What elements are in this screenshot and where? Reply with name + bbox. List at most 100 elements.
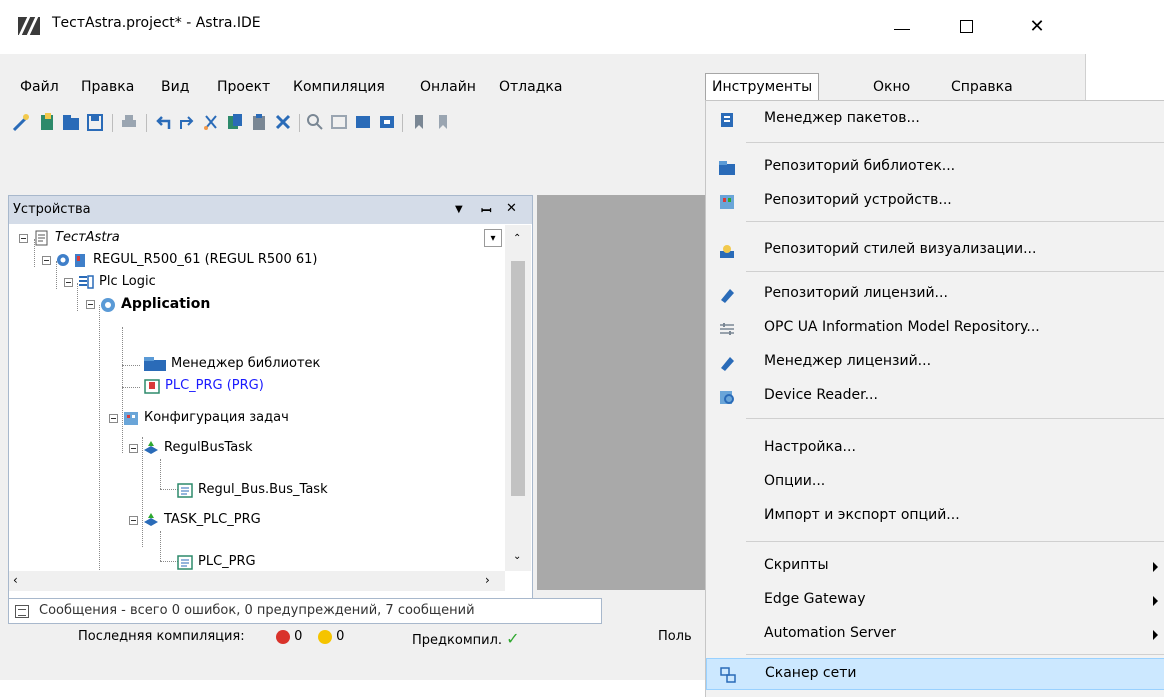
tree-expander[interactable] (86, 300, 95, 309)
tree-expander[interactable] (64, 278, 73, 287)
tree-item-bus-task[interactable]: Regul_Bus.Bus_Task (176, 479, 328, 501)
menu-online[interactable]: Онлайн (414, 76, 482, 98)
menu-window[interactable]: Окно (867, 76, 916, 98)
new-file-icon[interactable] (38, 112, 56, 132)
find-replace-icon[interactable] (330, 112, 348, 132)
save-icon[interactable] (86, 112, 104, 132)
license-manager-icon (721, 357, 734, 371)
application-gear-icon (101, 297, 115, 312)
tree-item-device[interactable]: REGUL_R500_61 (REGUL R500 61) (55, 249, 317, 271)
bookmark-prev-icon[interactable] (434, 112, 452, 132)
scroll-left-icon[interactable]: ‹ (13, 573, 18, 587)
undo-icon[interactable] (154, 112, 172, 132)
tree-dropdown-button[interactable]: ▾ (484, 229, 502, 247)
menu-item-opcua-repository[interactable]: OPC UA Information Model Repository... (706, 313, 1164, 345)
tree-item-regul-bus-task[interactable]: RegulBusTask (142, 437, 253, 459)
replace-icon[interactable] (378, 112, 396, 132)
tree-item-plc-prg[interactable]: PLC_PRG (PRG) (143, 375, 264, 397)
warning-count[interactable]: 0 (318, 629, 344, 644)
menu-item-license-repository[interactable]: Репозиторий лицензий... (706, 279, 1164, 311)
tree-expander[interactable] (42, 256, 51, 265)
find-next-icon[interactable] (354, 112, 372, 132)
menu-edit[interactable]: Правка (75, 76, 140, 98)
tree-item-plc-logic[interactable]: Plc Logic (77, 271, 156, 293)
menu-item-automation-server[interactable]: Automation Server (706, 619, 1164, 651)
precompile-status[interactable]: Предкомпил. ✓ (412, 629, 520, 648)
menu-item-network-scanner[interactable]: Сканер сети (706, 658, 1164, 690)
panel-menu-icon[interactable]: ▼ (455, 204, 463, 215)
new-project-icon[interactable] (12, 112, 30, 132)
program-icon (144, 378, 160, 394)
tree-item-task-plc-prg[interactable]: TASK_PLC_PRG (142, 509, 261, 531)
minimize-button[interactable] (878, 12, 924, 42)
task-configuration-icon (124, 411, 138, 425)
checkmark-icon: ✓ (506, 629, 520, 648)
tree-item-label: Regul_Bus.Bus_Task (198, 482, 328, 497)
menu-item-edge-gateway[interactable]: Edge Gateway (706, 585, 1164, 617)
scroll-thumb[interactable] (511, 261, 525, 496)
close-button[interactable]: ✕ (1014, 12, 1060, 42)
print-icon[interactable] (120, 112, 138, 132)
astra-logo-icon (18, 17, 40, 35)
submenu-arrow-icon (1153, 630, 1158, 640)
menu-item-label: Менеджер пакетов... (764, 110, 920, 126)
scroll-down-icon[interactable]: ⌄ (513, 551, 521, 562)
menu-help[interactable]: Справка (945, 76, 1019, 98)
project-icon (35, 230, 48, 245)
maximize-button[interactable] (944, 12, 990, 42)
menu-item-label: Репозиторий устройств... (764, 192, 952, 208)
menu-item-library-repository[interactable]: Репозиторий библиотек... (706, 152, 1164, 184)
copy-icon[interactable] (226, 112, 244, 132)
menu-item-import-export-options[interactable]: Импорт и экспорт опций... (706, 501, 1164, 533)
horizontal-scrollbar[interactable]: ‹ › (9, 571, 505, 591)
menu-item-license-manager[interactable]: Менеджер лицензий... (706, 347, 1164, 379)
bookmark-icon[interactable] (410, 112, 428, 132)
messages-tab[interactable]: Сообщения - всего 0 ошибок, 0 предупрежд… (8, 598, 602, 624)
tree-item-project[interactable]: ТестAstra (33, 227, 120, 249)
delete-icon[interactable] (274, 112, 292, 132)
pin-icon[interactable]: ꟷ (481, 201, 492, 219)
vertical-scrollbar[interactable]: ⌃ ⌄ (505, 225, 531, 571)
menu-item-options[interactable]: Опции... (706, 467, 1164, 499)
scroll-right-icon[interactable]: › (485, 573, 490, 587)
find-icon[interactable] (306, 112, 324, 132)
menu-file[interactable]: Файл (14, 76, 65, 98)
tree-item-task-config[interactable]: Конфигурация задач (122, 407, 289, 429)
tree-expander[interactable] (129, 444, 138, 453)
menu-item-scripts[interactable]: Скрипты (706, 551, 1164, 583)
menu-item-device-reader[interactable]: Device Reader... (706, 381, 1164, 413)
scroll-up-icon[interactable]: ⌃ (513, 233, 521, 244)
menu-item-package-manager[interactable]: Менеджер пакетов... (706, 104, 1164, 136)
menu-item-label: Репозиторий стилей визуализации... (764, 241, 1037, 257)
tree-item-library-manager[interactable]: Менеджер библиотек (143, 353, 320, 375)
redo-icon[interactable] (178, 112, 196, 132)
tree-expander[interactable] (19, 234, 28, 243)
open-project-icon[interactable] (62, 112, 80, 132)
menu-item-label: Импорт и экспорт опций... (764, 507, 960, 523)
tree-expander[interactable] (129, 516, 138, 525)
menu-item-visualization-styles[interactable]: Репозиторий стилей визуализации... (706, 235, 1164, 267)
tools-menu: Менеджер пакетов... Репозиторий библиоте… (705, 100, 1164, 697)
devices-panel-title: Устройства (13, 202, 91, 217)
tree-item-label: Конфигурация задач (144, 410, 289, 425)
editor-area (537, 195, 705, 590)
error-count[interactable]: 0 (276, 629, 302, 644)
plc-logic-icon (79, 274, 94, 289)
menu-debug[interactable]: Отладка (493, 76, 568, 98)
task-icon (144, 512, 158, 526)
panel-close-icon[interactable]: ✕ (506, 201, 517, 216)
menu-item-label: Настройка... (764, 439, 856, 455)
warning-icon (318, 629, 332, 644)
menu-view[interactable]: Вид (155, 76, 195, 98)
menu-build[interactable]: Компиляция (287, 76, 391, 98)
tree-item-application[interactable]: Application (99, 293, 210, 315)
menu-item-device-repository[interactable]: Репозиторий устройств... (706, 186, 1164, 218)
menu-item-customize[interactable]: Настройка... (706, 433, 1164, 465)
cut-icon[interactable] (202, 112, 220, 132)
menu-project[interactable]: Проект (211, 76, 276, 98)
menu-tools[interactable]: Инструменты (705, 73, 820, 100)
messages-icon (15, 605, 29, 618)
paste-icon[interactable] (250, 112, 268, 132)
tree-expander[interactable] (109, 414, 118, 423)
tree-item-plc-prg-call[interactable]: PLC_PRG (176, 551, 256, 571)
